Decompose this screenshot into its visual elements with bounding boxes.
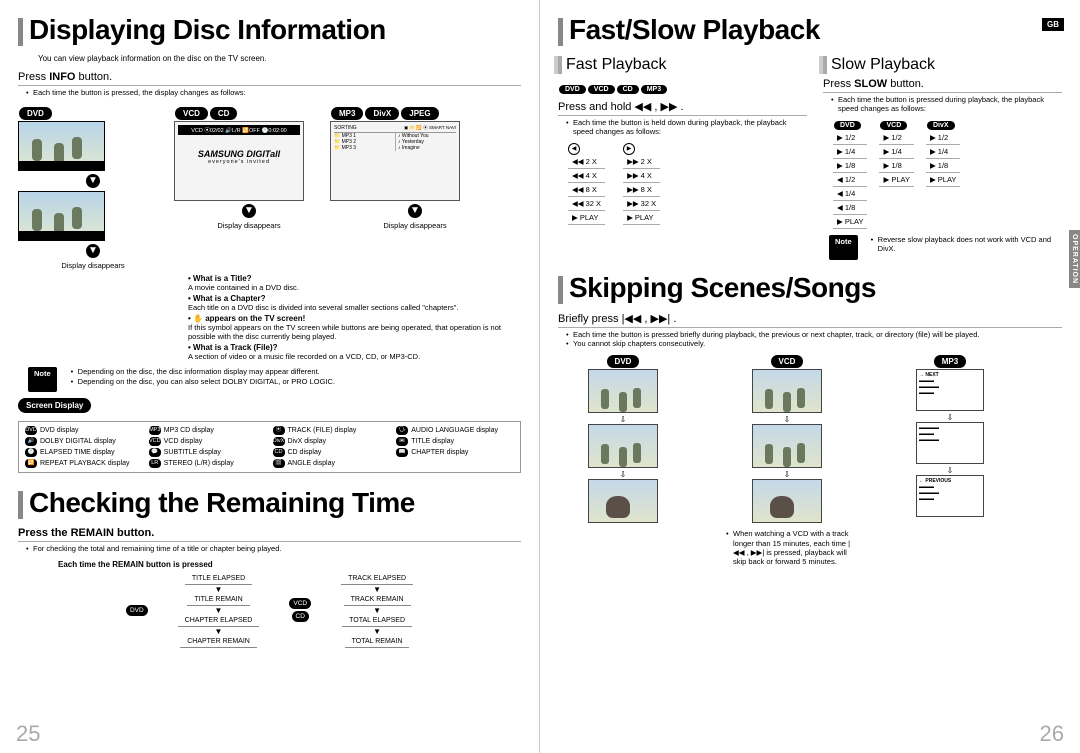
slow-instr: Press SLOW button. [823, 78, 1062, 93]
legend-entry: VCDVCD display [149, 437, 267, 446]
legend-entry: 🗣AUDIO LANGUAGE display [396, 426, 514, 435]
arrow-down-icon: ▼ [86, 174, 100, 188]
info-bullet: Each time the button is pressed, the dis… [26, 88, 521, 97]
note-pill: Note [28, 367, 57, 392]
mp3-list-thumb: ▬▬▬▬▬▬▬▬▬▬▬ [916, 422, 984, 464]
legend-entry: 📖CHAPTER display [396, 448, 514, 457]
dvd-screenshot-mid [18, 191, 105, 241]
heading-remaining-time: Checking the Remaining Time [18, 487, 521, 523]
legend-entry: 💬SUBTITLE display [149, 448, 267, 457]
legend-entry: 🎬ANGLE display [273, 459, 391, 468]
skip-instr: Briefly press |◀◀ , ▶▶| . [558, 312, 1062, 328]
fast-instr: Press and hold ◀◀ , ▶▶ . [558, 100, 807, 116]
legend-entry: MP3MP3 CD display [149, 426, 267, 435]
skip-columns: DVD ⇩ ⇩ VCD ⇩ ⇩ When watching a VCD with… [588, 354, 1062, 573]
arrow-down-icon: ▼ [242, 204, 256, 218]
slow-speed-grid: DVD▶ 1/2▶ 1/4▶ 1/8◀ 1/2◀ 1/4◀ 1/8▶ PLAY … [833, 120, 1062, 229]
arrow-down-icon: ▼ [408, 204, 422, 218]
legend-entry: 📼TITLE display [396, 437, 514, 446]
disc-columns: DVD ▼ ▼ Display disappears VCDCD VCD ⦿02… [18, 103, 521, 270]
heading-fast-slow: Fast/Slow Playback [558, 14, 1062, 50]
arrow-down-icon: ▼ [86, 244, 100, 258]
mp3-list-thumb: ← PREVIOUS▬▬▬▬▬▬▬▬▬▬ [916, 475, 984, 517]
heading-displaying-disc-info: Displaying Disc Information [18, 14, 521, 50]
legend-entry: 🔊DOLBY DIGITAL display [25, 437, 143, 446]
legend-entry: 🕐ELAPSED TIME display [25, 448, 143, 457]
legend-entry: DivXDivX display [273, 437, 391, 446]
page-25: Displaying Disc Information You can view… [0, 0, 540, 753]
screen-display-legend: DVDDVD display MP3MP3 CD display ⦿TRACK (F… [18, 421, 521, 473]
vcd-screenshot: VCD ⦿02/02 🔊L/R 🔁OFF 🕐0:02:00 SAMSUNG DI… [174, 121, 304, 201]
mp3-list-thumb: → NEXT▬▬▬▬▬▬▬▬▬▬ [916, 369, 984, 411]
page-number: 26 [1040, 721, 1064, 747]
vcd-scene-thumb [752, 479, 822, 523]
dvd-screenshot-top [18, 121, 105, 171]
vcd-scene-thumb [752, 369, 822, 413]
vcd-scene-thumb [752, 424, 822, 468]
dvd-scene-thumb [588, 479, 658, 523]
press-info-head: Press INFO button. [18, 71, 521, 86]
heading-skipping: Skipping Scenes/Songs [558, 272, 1062, 308]
operation-side-tab: OPERATION [1069, 230, 1080, 288]
mp3-screenshot: SORTING ▣ 📁 🔁 ⦿ SMART NAVI 📁 MP3 1 📁 MP3… [330, 121, 460, 201]
remain-flow: DVD TITLE ELAPSED▼TITLE REMAIN▼CHAPTER E… [18, 573, 521, 648]
gb-badge: GB [1042, 18, 1064, 31]
page-26: GB OPERATION Fast/Slow Playback Fast Pla… [540, 0, 1080, 753]
page-number: 25 [16, 721, 40, 747]
legend-entry: ⦿TRACK (FILE) display [273, 426, 391, 435]
legend-entry: 🔁REPEAT PLAYBACK display [25, 459, 143, 468]
subtitle: You can view playback information on the… [38, 54, 521, 63]
legend-entry: DVDDVD display [25, 426, 143, 435]
legend-entry: LRSTEREO (L/R) display [149, 459, 267, 468]
dvd-scene-thumb [588, 369, 658, 413]
press-remain-head: Press the REMAIN button. [18, 527, 521, 542]
fast-speed-grid: ◀◀◀ 2 X◀◀ 4 X◀◀ 8 X◀◀ 32 X▶ PLAY ▶▶▶ 2 X… [568, 143, 807, 225]
legend-entry: CDCD display [273, 448, 391, 457]
screen-display-pill: Screen Display [18, 398, 91, 413]
dvd-scene-thumb [588, 424, 658, 468]
